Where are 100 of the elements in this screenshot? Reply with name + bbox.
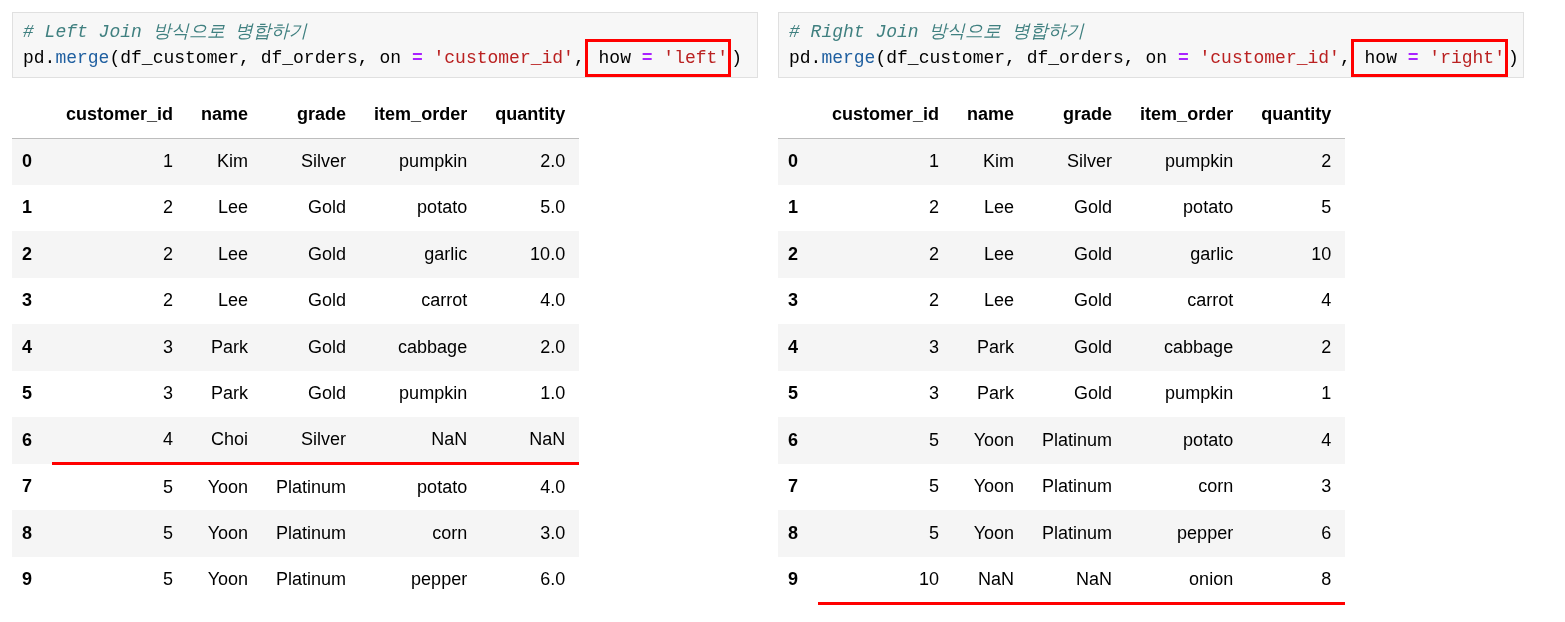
table-cell: 10 [818,556,954,603]
row-index: 0 [778,138,818,185]
code-cell[interactable]: # Left Join 방식으로 병합하기 pd.merge(df_customer, df_orders, on = 'customer_id', how = 'left' ) [12,12,758,78]
table-cell: 2 [52,231,188,278]
column-header: grade [262,92,361,138]
table-cell: Yoon [953,463,1029,510]
table-cell: Lee [187,277,263,324]
table-cell: Yoon [187,510,263,557]
table-cell: carrot [360,277,482,324]
table-cell: Platinum [1028,510,1127,557]
row-index: 5 [778,370,818,417]
table-cell: 2 [52,184,188,231]
code-text: ) [1508,47,1519,70]
table-cell: 5.0 [481,184,580,231]
column-header: quantity [481,92,580,138]
code-cell[interactable]: # Right Join 방식으로 병합하기 pd.merge(df_customer, df_orders, on = 'customer_id', how = 'right' ) [778,12,1524,78]
table-cell: 5 [52,463,188,510]
code-comment: # Left Join 방식으로 병합하기 [23,21,309,44]
row-index: 2 [778,231,818,278]
table-cell: 1 [52,138,188,185]
table-cell: 3 [818,370,954,417]
table-cell: Gold [1028,277,1127,324]
row-index: 7 [12,463,52,510]
table-cell: potato [360,463,482,510]
table-cell: pepper [360,556,482,603]
table-cell: 4 [1247,417,1346,464]
table-cell: Park [187,370,263,417]
table-cell: 2 [1247,138,1346,185]
highlight-box: how = 'right' [1350,39,1508,77]
table-cell: 4.0 [481,463,580,510]
table-cell: pumpkin [1126,370,1248,417]
row-index: 4 [778,324,818,371]
table-cell: Kim [187,138,263,185]
table-cell: 5 [818,463,954,510]
table-cell: cabbage [360,324,482,371]
table-cell: pumpkin [360,138,482,185]
table-cell: Lee [187,231,263,278]
row-index: 8 [12,510,52,557]
table-cell: 5 [52,510,188,557]
code-text: pd.merge(df_customer, df_orders, on = 'customer_id', [789,47,1351,70]
table-cell: 5 [818,417,954,464]
table-cell: 5 [818,510,954,557]
table-cell: 1 [818,138,954,185]
row-index: 3 [778,277,818,324]
table-cell: 2.0 [481,138,580,185]
table-cell: cabbage [1126,324,1248,371]
table-cell: Gold [1028,324,1127,371]
table-cell: 10.0 [481,231,580,278]
table-cell: NaN [1028,556,1127,603]
table-cell: carrot [1126,277,1248,324]
table-cell: Gold [1028,231,1127,278]
table-cell: NaN [953,556,1029,603]
table-cell: 10 [1247,231,1346,278]
code-text: ) [731,47,742,70]
column-header: item_order [360,92,482,138]
table-cell: Yoon [187,556,263,603]
row-index: 4 [12,324,52,371]
table-cell: Yoon [953,510,1029,557]
table-cell: potato [1126,184,1248,231]
table-cell: Lee [953,184,1029,231]
table-cell: Gold [1028,184,1127,231]
code-text: pd.merge(df_customer, df_orders, on = 'customer_id', [23,47,585,70]
row-index: 9 [12,556,52,603]
table-cell: Yoon [187,463,263,510]
code-comment: # Right Join 방식으로 병합하기 [789,21,1086,44]
column-header: name [187,92,263,138]
table-cell: 2 [818,184,954,231]
table-cell: 4.0 [481,277,580,324]
table-cell: 3 [1247,463,1346,510]
table-cell: Gold [262,231,361,278]
table-cell: Yoon [953,417,1029,464]
table-cell: pumpkin [1126,138,1248,185]
table-cell: 1 [1247,370,1346,417]
table-cell: Platinum [1028,463,1127,510]
table-cell: 2 [52,277,188,324]
table-cell: 3 [52,370,188,417]
table-cell: 2 [818,277,954,324]
table-cell: 2 [818,231,954,278]
table-cell: Silver [262,138,361,185]
row-index: 6 [778,417,818,464]
table-cell: potato [1126,417,1248,464]
highlight-box: how = 'left' [584,39,732,77]
row-index: 0 [12,138,52,185]
table-cell: 2.0 [481,324,580,371]
table-cell: Lee [953,231,1029,278]
column-header: grade [1028,92,1127,138]
table-cell: garlic [1126,231,1248,278]
table-cell: Kim [953,138,1029,185]
table-cell: Gold [262,324,361,371]
table-cell: 3 [818,324,954,371]
row-index: 1 [12,184,52,231]
row-index: 7 [778,463,818,510]
table-cell: corn [360,510,482,557]
table-cell: Platinum [262,463,361,510]
table-cell: Gold [1028,370,1127,417]
table-cell: Platinum [1028,417,1127,464]
table-cell: 4 [1247,277,1346,324]
table-cell: pumpkin [360,370,482,417]
table-cell: 3.0 [481,510,580,557]
table-cell: 5 [52,556,188,603]
